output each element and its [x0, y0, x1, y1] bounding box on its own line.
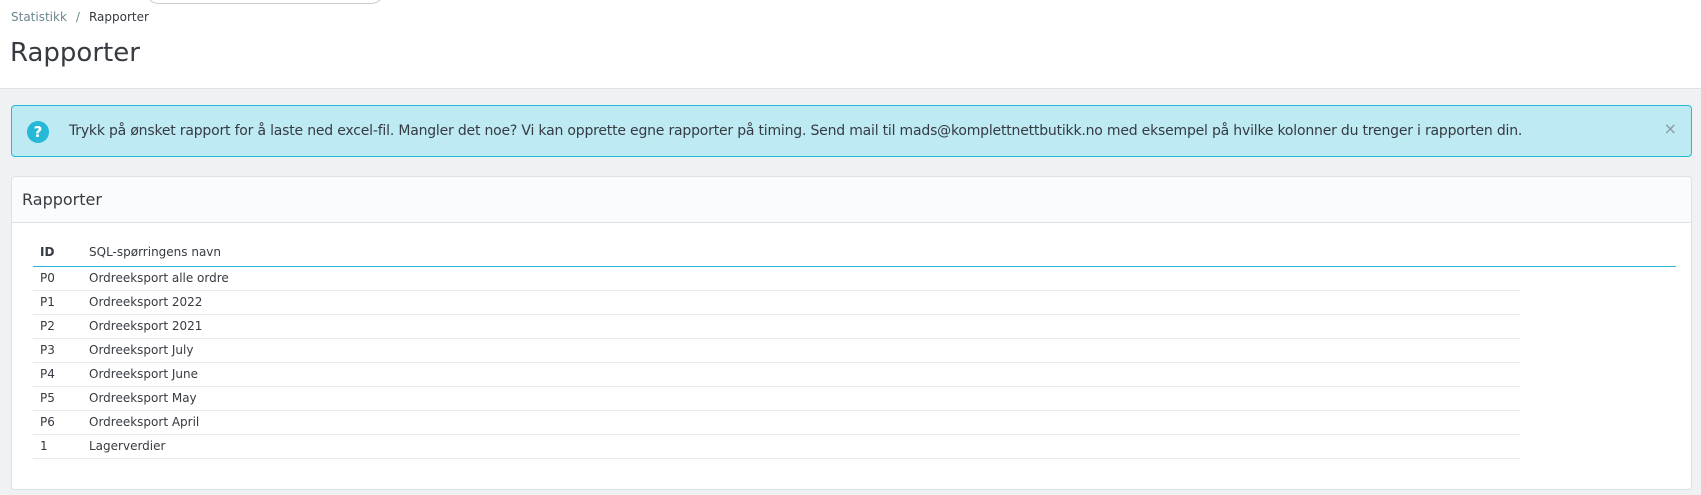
row-id: P6: [40, 415, 55, 429]
close-icon[interactable]: ×: [1664, 119, 1677, 139]
breadcrumb-separator: /: [75, 10, 80, 24]
row-name[interactable]: Ordreeksport April: [89, 415, 199, 430]
table-body: P0 Ordreeksport alle ordre P1 Ordreekspo…: [33, 267, 1520, 459]
row-id: P0: [40, 271, 55, 285]
table-row[interactable]: P5 Ordreeksport May: [33, 387, 1520, 411]
table-row[interactable]: 1 Lagerverdier: [33, 435, 1520, 459]
table-header-row: ID SQL-spørringens navn: [33, 238, 1676, 267]
row-name[interactable]: Ordreeksport July: [89, 343, 193, 358]
row-name[interactable]: Ordreeksport alle ordre: [89, 271, 229, 286]
table-row[interactable]: P0 Ordreeksport alle ordre: [33, 267, 1520, 291]
row-name[interactable]: Ordreeksport 2021: [89, 319, 202, 334]
breadcrumb: Statistikk / Rapporter: [11, 10, 149, 25]
column-header-name: SQL-spørringens navn: [89, 245, 222, 259]
page-title: Rapporter: [10, 38, 140, 68]
row-id: P5: [40, 391, 55, 405]
card-header: Rapporter: [12, 177, 1691, 223]
row-id: P3: [40, 343, 55, 357]
table-row[interactable]: P2 Ordreeksport 2021: [33, 315, 1520, 339]
question-circle-icon: ?: [27, 121, 49, 143]
row-id: P4: [40, 367, 55, 381]
info-alert: ? Trykk på ønsket rapport for å laste ne…: [11, 105, 1692, 157]
row-id: 1: [40, 439, 48, 453]
alert-message: Trykk på ønsket rapport for å laste ned …: [69, 123, 1523, 139]
search-input[interactable]: [145, 0, 385, 4]
row-name[interactable]: Ordreeksport May: [89, 391, 197, 406]
page-header: Statistikk / Rapporter Rapporter: [0, 0, 1701, 89]
card-title: Rapporter: [22, 190, 102, 209]
row-id: P1: [40, 295, 55, 309]
breadcrumb-link-statistikk[interactable]: Statistikk: [11, 10, 67, 24]
row-id: P2: [40, 319, 55, 333]
row-name[interactable]: Ordreeksport 2022: [89, 295, 202, 310]
row-name[interactable]: Ordreeksport June: [89, 367, 198, 382]
column-header-id: ID: [40, 245, 55, 259]
table-row[interactable]: P3 Ordreeksport July: [33, 339, 1520, 363]
reports-card: Rapporter ID SQL-spørringens navn P0 Ord…: [11, 176, 1692, 490]
row-name[interactable]: Lagerverdier: [89, 439, 165, 454]
reports-table: ID SQL-spørringens navn P0 Ordreeksport …: [33, 238, 1676, 459]
table-row[interactable]: P1 Ordreeksport 2022: [33, 291, 1520, 315]
table-row[interactable]: P6 Ordreeksport April: [33, 411, 1520, 435]
breadcrumb-current: Rapporter: [88, 10, 149, 24]
table-row[interactable]: P4 Ordreeksport June: [33, 363, 1520, 387]
